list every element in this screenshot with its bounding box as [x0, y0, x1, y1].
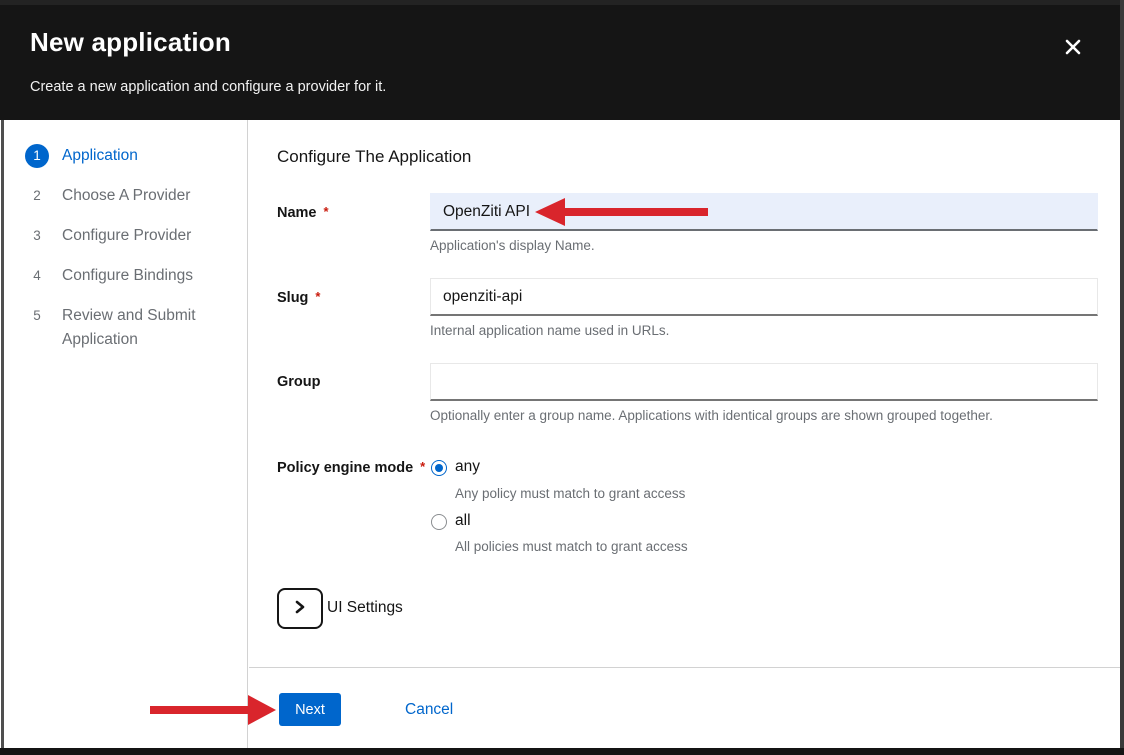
policy-mode-all-radio[interactable] — [431, 514, 447, 530]
new-application-modal: New application Create a new application… — [0, 0, 1124, 755]
policy-mode-any-label[interactable]: any — [455, 458, 480, 476]
wizard-step-configure-provider[interactable]: 3 Configure Provider — [25, 224, 237, 248]
backdrop-edge-left — [1, 120, 4, 748]
name-input[interactable] — [430, 193, 1098, 231]
ui-settings-label: UI Settings — [327, 599, 403, 617]
step-label: Review and Submit Application — [62, 304, 227, 352]
name-field-label: Name* — [277, 204, 329, 221]
wizard-step-choose-provider[interactable]: 2 Choose A Provider — [25, 184, 237, 208]
step-label: Choose A Provider — [62, 184, 190, 208]
required-asterisk: * — [420, 459, 425, 474]
policy-mode-all-helper: All policies must match to grant access — [455, 539, 688, 554]
required-asterisk: * — [315, 289, 320, 304]
step-number: 5 — [25, 304, 49, 328]
footer-divider — [249, 667, 1120, 668]
policy-engine-mode-label: Policy engine mode* — [277, 459, 425, 476]
wizard-step-review-submit[interactable]: 5 Review and Submit Application — [25, 304, 237, 352]
chevron-right-icon — [294, 599, 306, 618]
step-number: 3 — [25, 224, 49, 248]
modal-header: New application Create a new application… — [0, 5, 1124, 120]
name-helper-text: Application's display Name. — [430, 238, 595, 253]
group-input[interactable] — [430, 363, 1098, 401]
close-icon — [1064, 38, 1082, 59]
step-number: 4 — [25, 264, 49, 288]
group-helper-text: Optionally enter a group name. Applicati… — [430, 408, 993, 423]
form-heading: Configure The Application — [277, 147, 471, 167]
policy-mode-all-label[interactable]: all — [455, 512, 471, 530]
backdrop-edge-top — [0, 0, 1124, 5]
slug-input[interactable] — [430, 278, 1098, 316]
backdrop-edge-right — [1120, 0, 1124, 755]
backdrop-edge-bottom — [0, 748, 1124, 755]
slug-helper-text: Internal application name used in URLs. — [430, 323, 669, 338]
wizard-step-application[interactable]: 1 Application — [25, 144, 237, 168]
slug-field-label: Slug* — [277, 289, 320, 306]
modal-title: New application — [30, 27, 231, 58]
next-button[interactable]: Next — [279, 693, 341, 726]
step-number-badge: 1 — [25, 144, 49, 168]
group-field-label: Group — [277, 374, 321, 390]
wizard-step-nav: 1 Application 2 Choose A Provider 3 Conf… — [0, 120, 248, 748]
modal-subtitle: Create a new application and configure a… — [30, 79, 386, 95]
cancel-link[interactable]: Cancel — [405, 701, 453, 719]
step-label: Configure Bindings — [62, 264, 193, 288]
required-asterisk: * — [324, 204, 329, 219]
policy-mode-any-radio[interactable] — [431, 460, 447, 476]
wizard-step-configure-bindings[interactable]: 4 Configure Bindings — [25, 264, 237, 288]
step-label: Application — [62, 144, 138, 168]
policy-mode-any-helper: Any policy must match to grant access — [455, 486, 685, 501]
close-button[interactable] — [1058, 33, 1088, 63]
step-number: 2 — [25, 184, 49, 208]
ui-settings-expand-button[interactable] — [277, 588, 323, 629]
step-label: Configure Provider — [62, 224, 191, 248]
